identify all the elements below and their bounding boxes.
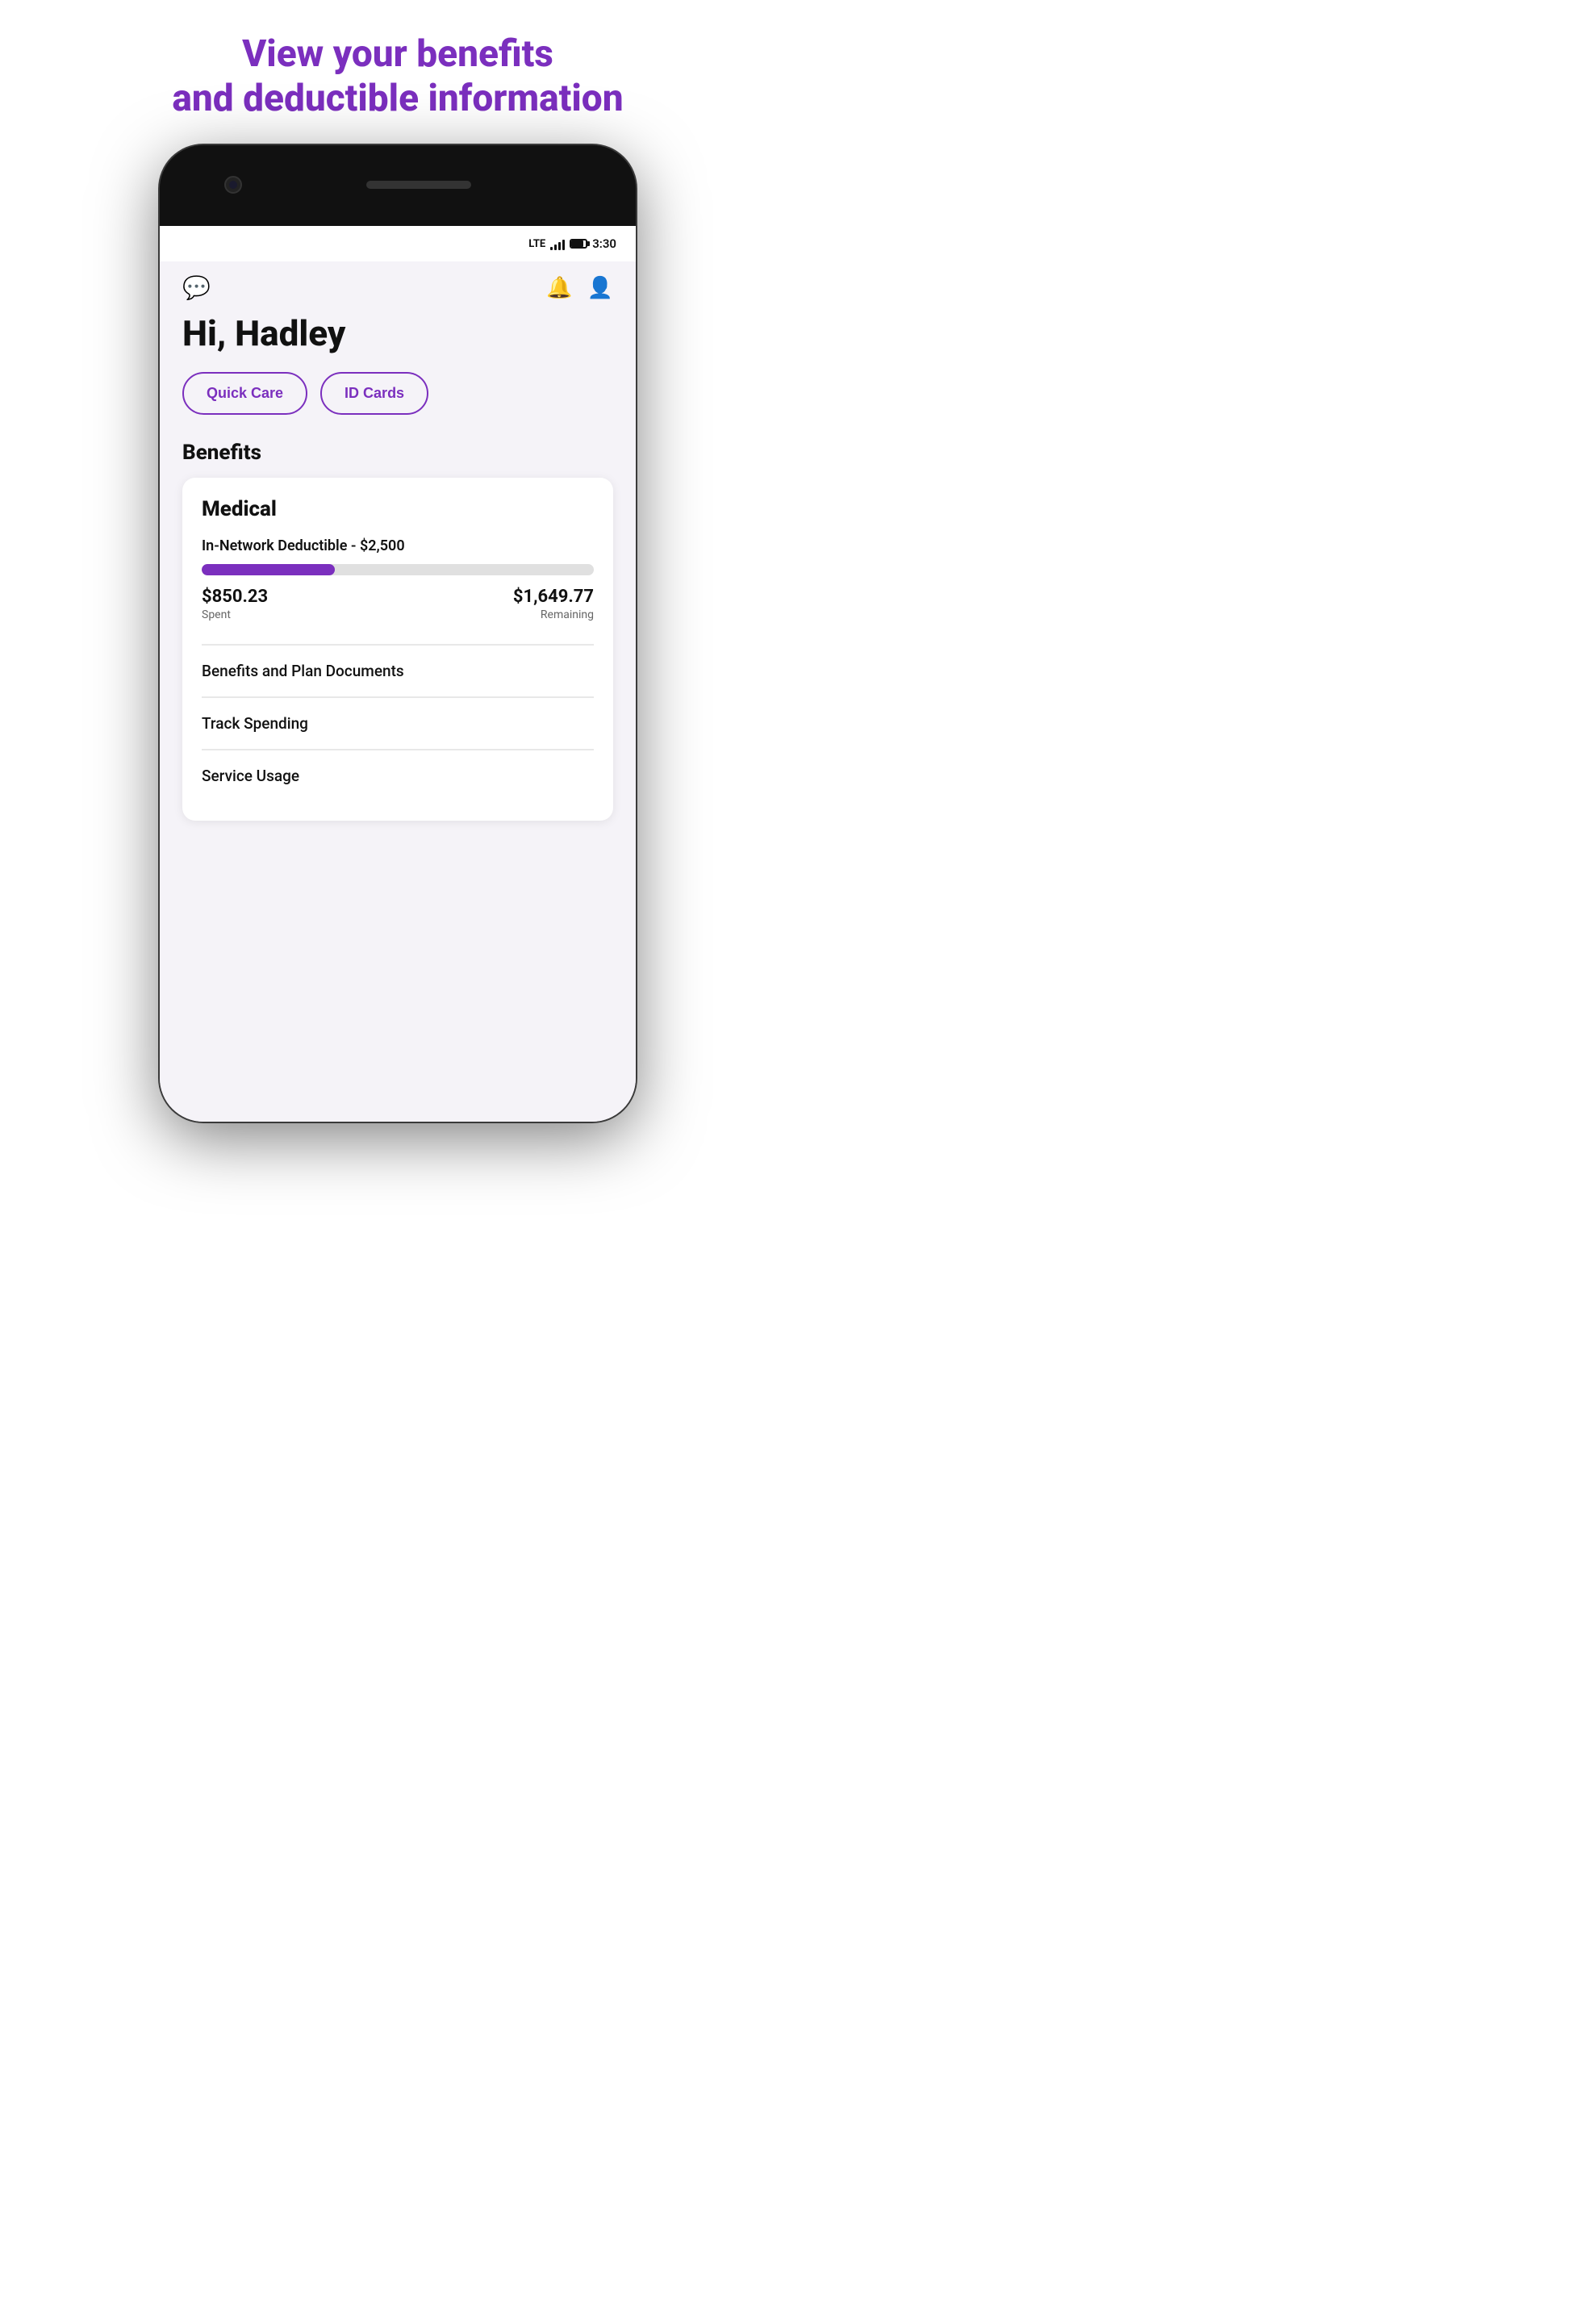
app-main: Hi, Hadley Quick Care ID Cards Benefits … [160,312,636,1122]
camera [224,176,242,194]
page-headline: View your benefits and deductible inform… [123,0,671,145]
benefits-card: Medical In-Network Deductible - $2,500 $… [182,478,613,821]
quick-care-button[interactable]: Quick Care [182,372,307,415]
progress-fill [202,564,335,575]
battery-icon [570,239,587,249]
benefits-section-title: Benefits [182,441,613,465]
amount-spent: $850.23 Spent [202,587,268,621]
progress-track [202,564,594,575]
progress-amounts: $850.23 Spent $1,649.77 Remaining [202,587,594,621]
lte-indicator: LTE [528,238,545,250]
status-bar: LTE 3:30 [160,226,636,261]
deductible-label: In-Network Deductible - $2,500 [202,537,594,554]
phone-device: LTE 3:30 💬 🔔 [148,145,648,1162]
app-header: 💬 🔔 👤 [160,261,636,312]
track-spending-link[interactable]: Track Spending [202,697,594,749]
notification-bell-icon[interactable]: 🔔 [546,276,572,300]
spent-value: $850.23 [202,587,268,607]
speaker [366,181,471,189]
signal-icon [550,237,565,250]
spent-label: Spent [202,608,268,621]
chat-icon[interactable]: 💬 [182,274,211,301]
card-title: Medical [202,497,594,521]
remaining-label: Remaining [513,608,594,621]
phone-top-bar [160,145,636,226]
quick-actions-row: Quick Care ID Cards [182,372,613,415]
id-cards-button[interactable]: ID Cards [320,372,428,415]
status-time: 3:30 [592,236,616,251]
amount-remaining: $1,649.77 Remaining [513,587,594,621]
greeting-text: Hi, Hadley [182,312,613,354]
benefits-documents-link[interactable]: Benefits and Plan Documents [202,645,594,696]
remaining-value: $1,649.77 [513,587,594,607]
app-content: 💬 🔔 👤 Hi, Hadley Quick Care ID Cards Ben… [160,261,636,1122]
profile-icon[interactable]: 👤 [587,276,613,300]
service-usage-link[interactable]: Service Usage [202,750,594,801]
